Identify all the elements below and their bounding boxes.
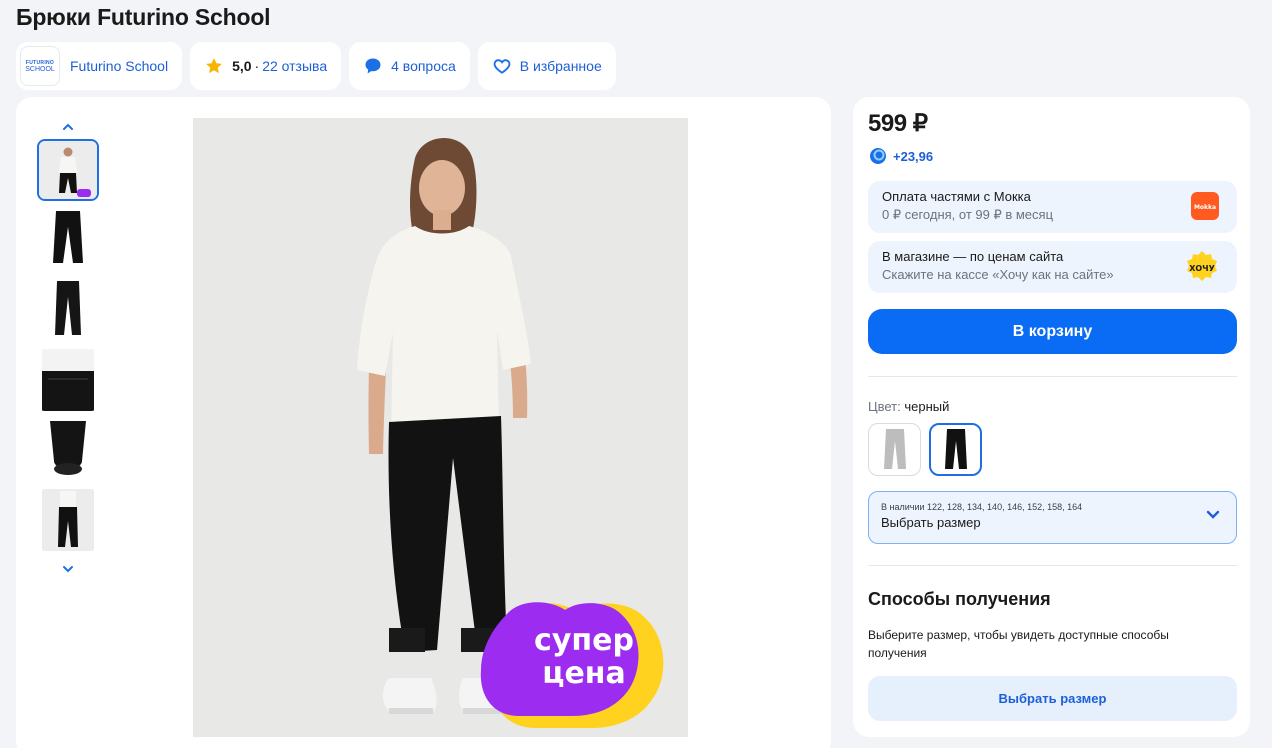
bonus-points[interactable]: +23,96 (868, 146, 933, 166)
brand-name: Futurino School (70, 58, 169, 74)
size-placeholder: Выбрать размер (881, 515, 981, 530)
delivery-section-title: Способы получения (868, 589, 1051, 609)
divider (868, 565, 1237, 566)
size-select[interactable]: В наличии 122, 128, 134, 140, 146, 152, … (868, 491, 1237, 544)
thumbnail-2[interactable] (37, 209, 99, 271)
hochu-badge-icon: ХОЧУ (1187, 251, 1217, 281)
rating-separator: · (254, 58, 260, 74)
color-swatch-grey[interactable] (868, 423, 921, 476)
brand-logo-line2: SCHOOL (25, 65, 55, 73)
main-product-photo[interactable]: супер цена (193, 118, 688, 737)
favorites-label: В избранное (519, 58, 602, 74)
brand-chip[interactable]: FUTURINO SCHOOL Futurino School (16, 42, 183, 90)
color-label-key: Цвет: (868, 399, 901, 414)
store-promo-title: В магазине — по ценам сайта (882, 249, 1064, 264)
super-price-badge-line2: цена (542, 656, 626, 691)
product-title: Брюки Futurino School (16, 4, 271, 30)
divider (868, 376, 1237, 377)
color-label: Цвет: черный (868, 399, 949, 414)
product-chips: FUTURINO SCHOOL Futurino School 5,0 · 22… (16, 42, 616, 90)
color-swatch-black[interactable] (929, 423, 982, 476)
mokka-subtitle: 0 ₽ сегодня, от 99 ₽ в месяц (882, 207, 1054, 222)
thumbnail-4[interactable] (37, 349, 99, 411)
rating-value: 5,0 (232, 58, 252, 74)
thumbnail-6[interactable] (37, 489, 99, 551)
rating-chip[interactable]: 5,0 · 22 отзыва (190, 42, 342, 90)
thumbnail-5[interactable] (37, 419, 99, 481)
mokka-title: Оплата частями с Мокка (882, 189, 1031, 204)
size-availability: В наличии 122, 128, 134, 140, 146, 152, … (881, 502, 1083, 512)
delivery-section-text: Выберите размер, чтобы увидеть доступные… (868, 628, 1169, 660)
add-to-cart-button[interactable]: В корзину (868, 309, 1237, 354)
super-price-badge-line1: супер (534, 623, 634, 658)
mokka-installments-promo[interactable]: Оплата частями с Мокка 0 ₽ сегодня, от 9… (868, 181, 1237, 233)
thumbs-up-arrow[interactable] (36, 117, 100, 137)
favorites-chip[interactable]: В избранное (477, 42, 616, 90)
color-value: черный (904, 399, 950, 414)
chevron-up-icon (63, 123, 73, 130)
store-price-promo[interactable]: В магазине — по ценам сайта Скажите на к… (868, 241, 1237, 293)
questions-chip[interactable]: 4 вопроса (349, 42, 470, 90)
thumbnail-list (36, 139, 100, 551)
choose-size-button[interactable]: Выбрать размер (868, 676, 1237, 721)
store-promo-subtitle: Скажите на кассе «Хочу как на сайте» (882, 267, 1114, 282)
bonus-coin-icon (868, 146, 888, 166)
thumbnail-3[interactable] (37, 279, 99, 341)
heart-icon (492, 56, 512, 76)
thumbs-down-arrow[interactable] (36, 559, 100, 579)
product-gallery: супер цена (16, 97, 831, 748)
purchase-panel: 599 ₽ +23,96 Оплата частями с Мокка 0 ₽ … (853, 97, 1250, 737)
mokka-badge-text: Mokka (1194, 204, 1216, 211)
star-icon (204, 56, 224, 76)
thumbnail-1[interactable] (37, 139, 99, 201)
reviews-link[interactable]: 22 отзыва (262, 58, 327, 74)
brand-logo: FUTURINO SCHOOL (20, 46, 60, 86)
color-swatches (868, 423, 982, 476)
hochu-badge-text: ХОЧУ (1189, 264, 1215, 273)
questions-link: 4 вопроса (391, 58, 456, 74)
chevron-down-icon (63, 566, 73, 573)
chat-bubble-icon (363, 56, 383, 76)
mokka-logo-icon: Mokka (1191, 192, 1219, 220)
price: 599 ₽ (868, 110, 928, 137)
bonus-value: +23,96 (893, 148, 934, 164)
thumbnail-strip (36, 117, 100, 579)
chevron-down-icon (1206, 510, 1220, 519)
